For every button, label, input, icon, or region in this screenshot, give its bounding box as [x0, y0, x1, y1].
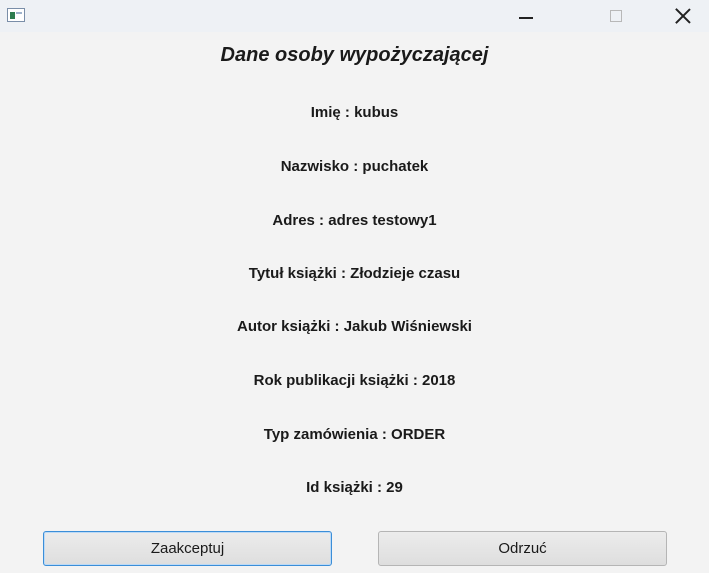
field-typ-zamowienia: Typ zamówienia : ORDER [263, 426, 446, 443]
minimize-button[interactable] [503, 0, 549, 32]
maximize-icon [610, 10, 622, 22]
field-autor-ksiazki: Autor książki : Jakub Wiśniewski [237, 318, 472, 335]
dialog-heading: Dane osoby wypożyczającej [220, 44, 489, 66]
field-imie: Imię : kubus [310, 104, 399, 121]
accept-button[interactable]: Zaakceptuj [43, 531, 332, 566]
minimize-icon [519, 17, 533, 19]
field-id-ksiazki: Id książki : 29 [306, 479, 403, 496]
title-bar[interactable] [0, 0, 709, 32]
close-button[interactable] [660, 0, 706, 32]
field-tytul-ksiazki: Tytuł książki : Złodzieje czasu [248, 265, 461, 282]
reject-button[interactable]: Odrzuć [378, 531, 667, 566]
field-rok-publikacji: Rok publikacji książki : 2018 [253, 372, 456, 389]
app-icon [7, 8, 25, 22]
maximize-button[interactable] [593, 0, 639, 32]
field-adres: Adres : adres testowy1 [272, 212, 437, 229]
field-nazwisko: Nazwisko : puchatek [280, 158, 429, 175]
close-icon [675, 8, 691, 24]
dialog-window: Dane osoby wypożyczającej Imię : kubus N… [0, 0, 709, 573]
